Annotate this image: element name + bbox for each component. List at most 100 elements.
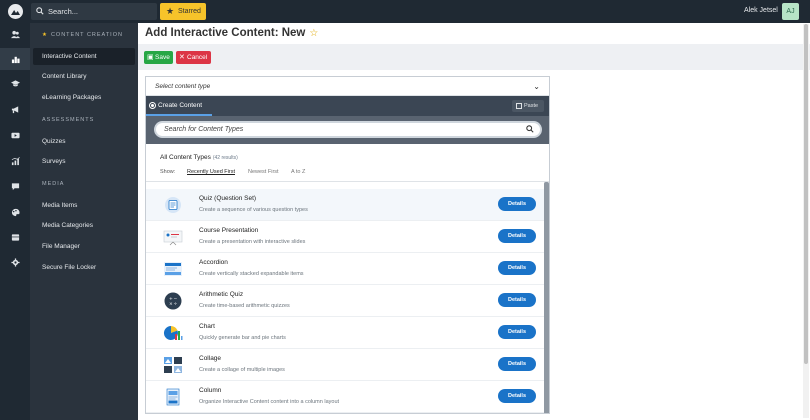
section-heading-content-creation: ★ CONTENT CREATION	[42, 32, 123, 38]
search-icon	[36, 7, 44, 15]
sidebar: ★ CONTENT CREATION Interactive Content Co…	[30, 23, 138, 420]
content-type-row[interactable]: Quiz (Question Set) Create a sequence of…	[146, 189, 544, 221]
settings-icon[interactable]	[0, 251, 30, 273]
content-type-row[interactable]: Column Organize Interactive Content cont…	[146, 381, 544, 413]
content-type-desc: Quickly generate bar and pie charts	[199, 335, 286, 341]
content-type-name: Arithmetic Quiz	[199, 291, 244, 298]
details-button[interactable]: Details	[498, 261, 536, 275]
palette-icon[interactable]	[0, 201, 30, 223]
icon-rail	[0, 23, 30, 420]
paste-label: Paste	[524, 103, 539, 109]
content-type-row[interactable]: Course Presentation Create a presentatio…	[146, 221, 544, 253]
users-icon[interactable]	[0, 23, 30, 45]
divider	[146, 181, 549, 182]
video-icon[interactable]	[0, 124, 30, 146]
details-button[interactable]: Details	[498, 197, 536, 211]
details-button[interactable]: Details	[498, 229, 536, 243]
star-icon: ★	[42, 32, 48, 38]
content-type-row[interactable]: Collage Create a collage of multiple ima…	[146, 349, 544, 381]
content-type-select[interactable]: Select content type ⌄	[146, 77, 549, 96]
avatar[interactable]: AJ	[782, 3, 799, 20]
sidebar-item-interactive-content[interactable]: Interactive Content	[33, 48, 135, 65]
favorite-star-icon[interactable]: ☆	[309, 28, 318, 39]
page-scrollbar-thumb[interactable]	[804, 24, 808, 364]
page-title-text: Add Interactive Content: New	[145, 27, 306, 39]
reports-icon[interactable]	[0, 150, 30, 172]
collage-icon	[164, 357, 182, 373]
sort-recently-used[interactable]: Recently Used First	[187, 169, 235, 175]
content-icon[interactable]	[0, 48, 30, 70]
close-icon: ✕	[179, 54, 185, 61]
star-icon: ★	[166, 6, 175, 16]
paste-button[interactable]: Paste	[512, 100, 544, 112]
details-button[interactable]: Details	[498, 357, 536, 371]
accordion-icon	[164, 262, 182, 276]
storage-icon[interactable]	[0, 226, 30, 248]
sidebar-item-quizzes[interactable]: Quizzes	[33, 133, 135, 150]
list-title: All Content Types	[160, 154, 211, 161]
column-icon	[166, 388, 180, 406]
username[interactable]: Alek Jetsel	[744, 7, 778, 14]
quiz-icon	[165, 197, 181, 213]
section-heading-assessments: ASSESSMENTS	[42, 117, 95, 123]
list-scrollbar[interactable]	[544, 182, 549, 413]
logo-icon[interactable]	[8, 4, 23, 19]
starred-button[interactable]: ★ Starred	[160, 3, 206, 20]
clipboard-icon	[516, 103, 522, 109]
page-scrollbar[interactable]	[803, 24, 809, 418]
show-label: Show:	[160, 169, 176, 175]
sort-a-to-z[interactable]: A to Z	[291, 169, 305, 175]
save-label: Save	[155, 54, 170, 61]
sidebar-item-media-items[interactable]: Media Items	[33, 197, 135, 214]
details-button[interactable]: Details	[498, 389, 536, 403]
content-type-desc: Create a sequence of various question ty…	[199, 207, 308, 213]
arithmetic-icon: + −× ÷	[164, 292, 182, 310]
section-heading-media: MEDIA	[42, 181, 65, 187]
content-type-desc: Create vertically stacked expandable ite…	[199, 271, 304, 277]
tab-create-content[interactable]: Create Content	[146, 96, 213, 116]
cancel-button[interactable]: ✕ Cancel	[176, 51, 211, 64]
sort-newest-first[interactable]: Newest First	[248, 169, 279, 175]
sidebar-item-secure-file-locker[interactable]: Secure File Locker	[33, 259, 135, 276]
graduation-icon[interactable]	[0, 72, 30, 94]
global-search-input[interactable]: Search...	[31, 3, 157, 20]
create-tab-bar: Create Content Paste	[146, 96, 549, 116]
result-count: (42 results)	[212, 155, 238, 161]
save-button[interactable]: ▣ Save	[144, 51, 173, 64]
sidebar-item-surveys[interactable]: Surveys	[33, 153, 135, 170]
content-type-name: Column	[199, 387, 222, 394]
sidebar-item-elearning-packages[interactable]: eLearning Packages	[33, 89, 135, 106]
global-search-placeholder: Search...	[48, 7, 79, 16]
content-type-desc: Organize Interactive Content content int…	[199, 399, 340, 405]
top-bar: Search... ★ Starred Alek Jetsel AJ	[0, 0, 810, 23]
content-type-row[interactable]: Accordion Create vertically stacked expa…	[146, 253, 544, 285]
presentation-icon	[163, 230, 183, 246]
sidebar-item-media-categories[interactable]: Media Categories	[33, 217, 135, 234]
content-type-name: Accordion	[199, 259, 228, 266]
content-type-name: Quiz (Question Set)	[199, 195, 257, 202]
page-title: Add Interactive Content: New ☆	[145, 27, 318, 39]
svg-text:×: ×	[169, 301, 173, 307]
megaphone-icon[interactable]	[0, 98, 30, 120]
list-scrollbar-thumb[interactable]	[544, 182, 549, 413]
content-type-search-band: Search for Content Types	[146, 116, 549, 144]
sidebar-item-file-manager[interactable]: File Manager	[33, 238, 135, 255]
content-type-desc: Create a presentation with interactive s…	[199, 239, 306, 245]
content-type-row[interactable]: Chart Quickly generate bar and pie chart…	[146, 317, 544, 349]
chart-icon	[163, 325, 183, 340]
search-icon[interactable]	[526, 125, 534, 133]
section-heading-label: CONTENT CREATION	[50, 32, 123, 38]
content-type-search-input[interactable]: Search for Content Types	[154, 121, 542, 138]
sidebar-item-content-library[interactable]: Content Library	[33, 68, 135, 85]
details-button[interactable]: Details	[498, 325, 536, 339]
details-button[interactable]: Details	[498, 293, 536, 307]
content-type-row[interactable]: + − × ÷ Arithmetic Quiz Create time-based a…	[146, 285, 544, 317]
content-type-name: Collage	[199, 355, 222, 362]
save-icon: ▣	[147, 54, 154, 61]
svg-text:÷: ÷	[174, 302, 178, 307]
starred-label: Starred	[178, 8, 201, 15]
tab-create-content-label: Create Content	[158, 102, 203, 109]
chat-icon[interactable]	[0, 175, 30, 197]
content-type-desc: Create time-based arithmetic quizzes	[199, 303, 290, 309]
radio-icon	[149, 102, 156, 109]
